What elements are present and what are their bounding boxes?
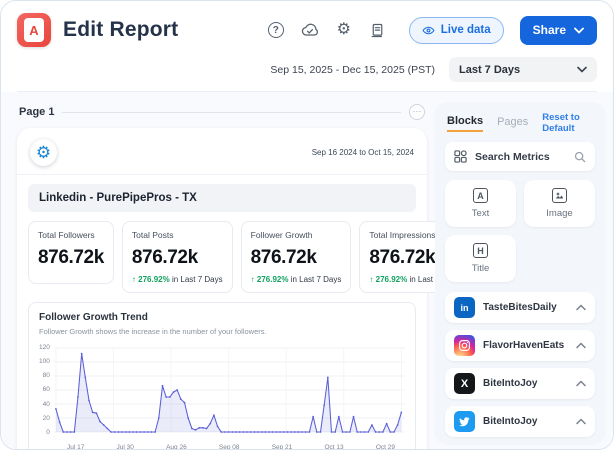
y-tick-label: 0 xyxy=(46,429,50,436)
follower-growth-chart-card[interactable]: Follower Growth Trend Follower Growth sh… xyxy=(28,302,416,450)
block-tile-label: Text xyxy=(472,208,489,219)
metric-change: ↑ 276.92% in Last 7 Days xyxy=(132,275,223,284)
x-tick-label: Jul 30 xyxy=(117,444,134,450)
follower-growth-line-chart xyxy=(54,344,405,436)
app-window: A Edit Report ? ⚙ xyxy=(0,0,614,450)
y-tick-label: 40 xyxy=(43,401,50,408)
share-label: Share xyxy=(533,23,566,37)
reset-to-default-link[interactable]: Reset to Default xyxy=(542,112,593,134)
period-selected-value: Last 7 Days xyxy=(459,64,520,76)
metric-change: ↑ 276.92% in Last 7 Days xyxy=(251,275,342,284)
notes-icon[interactable] xyxy=(369,21,387,39)
x-tick-label: Jul 17 xyxy=(67,444,84,450)
report-divider xyxy=(17,174,427,175)
x-tick-label: Sep 08 xyxy=(219,444,240,450)
chart-plot-area xyxy=(54,344,405,441)
account-row-instagram[interactable]: FlavorHavenEats xyxy=(445,330,595,361)
block-tile-label: Image xyxy=(546,208,572,219)
block-tile-image[interactable]: Image xyxy=(524,180,595,227)
metric-value: 876.72k xyxy=(251,247,342,269)
report-title[interactable]: Linkedin - PurePipePros - TX xyxy=(28,184,416,212)
block-tile-text[interactable]: A Text xyxy=(445,180,516,227)
image-block-icon xyxy=(552,188,567,203)
connected-accounts-list: in TasteBitesDaily FlavorHavenEats X Bit… xyxy=(445,292,595,437)
settings-icon[interactable]: ⚙ xyxy=(335,21,353,39)
category-grid-icon xyxy=(454,150,467,163)
blocks-sidebar: Blocks Pages Reset to Default Search Met… xyxy=(435,102,605,445)
chevron-down-icon xyxy=(577,66,587,73)
x-tick-label: Aug 26 xyxy=(166,444,187,450)
metric-card-total-followers[interactable]: Total Followers 876.72k xyxy=(28,221,114,284)
live-data-label: Live data xyxy=(441,24,491,36)
header: A Edit Report ? ⚙ xyxy=(1,1,613,92)
metric-value: 876.72k xyxy=(38,247,104,269)
metric-cards-row: Total Followers 876.72kTotal Posts 876.7… xyxy=(28,221,416,293)
y-tick-label: 60 xyxy=(43,386,50,393)
arrow-up-icon: ↑ xyxy=(369,275,373,284)
y-tick-label: 120 xyxy=(39,344,50,351)
chevron-up-icon[interactable] xyxy=(576,304,586,311)
block-tile-title[interactable]: H Title xyxy=(445,235,516,282)
y-tick-label: 80 xyxy=(43,372,50,379)
pdf-icon: A xyxy=(24,18,44,42)
arrow-up-icon: ↑ xyxy=(251,275,255,284)
account-row-x[interactable]: X BiteIntoJoy xyxy=(445,368,595,399)
metric-label: Total Followers xyxy=(38,230,104,240)
chart-y-axis: 120 100 80 60 40 20 0 xyxy=(39,344,54,436)
account-row-twitter[interactable]: BiteIntoJoy xyxy=(445,406,595,437)
twitter-bird-icon xyxy=(454,411,475,432)
chevron-down-icon xyxy=(574,27,584,34)
page-number-label: Page 1 xyxy=(19,106,54,118)
block-tile-label: Title xyxy=(472,263,490,274)
metric-label: Follower Growth xyxy=(251,230,342,240)
chevron-up-icon[interactable] xyxy=(576,418,586,425)
period-selector[interactable]: Last 7 Days xyxy=(449,57,597,82)
tab-blocks[interactable]: Blocks xyxy=(447,115,483,132)
account-name: TasteBitesDaily xyxy=(483,302,568,313)
help-icon[interactable]: ? xyxy=(267,21,285,39)
page-options-button[interactable]: ⋯ xyxy=(409,104,425,120)
chart-x-axis: Jul 17 Jul 30 Aug 26 Sep 08 Sep 21 Oct 13 Oct … xyxy=(39,441,405,450)
y-tick-label: 20 xyxy=(43,415,50,422)
editor-canvas: Page 1 ⋯ ⚙ Sep 16 2024 to Oct 15, 2024 L… xyxy=(1,92,613,450)
app-logo: A xyxy=(17,13,51,47)
account-row-linkedin[interactable]: in TasteBitesDaily xyxy=(445,292,595,323)
metric-value: 876.72k xyxy=(132,247,223,269)
chevron-up-icon[interactable] xyxy=(576,342,586,349)
block-tiles-grid: A Text Image H Title xyxy=(445,180,595,282)
chevron-up-icon[interactable] xyxy=(576,380,586,387)
chart-title: Follower Growth Trend xyxy=(39,312,405,323)
search-metrics-bar[interactable]: Search Metrics xyxy=(445,142,595,171)
x-tick-label: Oct 13 xyxy=(324,444,343,450)
y-tick-label: 100 xyxy=(39,358,50,365)
account-name: BiteIntoJoy xyxy=(483,416,568,427)
tab-pages[interactable]: Pages xyxy=(497,116,528,131)
metric-card-total-posts[interactable]: Total Posts 876.72k ↑ 276.92% in Last 7 D… xyxy=(122,221,233,293)
linkedin-icon: in xyxy=(454,297,475,318)
x-tick-label: Oct 29 xyxy=(376,444,395,450)
page-divider-line xyxy=(62,112,401,113)
arrow-up-icon: ↑ xyxy=(132,275,136,284)
page-title: Edit Report xyxy=(63,18,178,42)
share-button[interactable]: Share xyxy=(520,16,597,45)
search-icon xyxy=(574,151,586,163)
text-block-icon: A xyxy=(473,188,488,203)
account-name: FlavorHavenEats xyxy=(483,340,568,351)
metric-card-follower-growth[interactable]: Follower Growth 876.72k ↑ 276.92% in Last… xyxy=(241,221,352,293)
title-block-icon: H xyxy=(473,243,488,258)
x-tick-label: Sep 21 xyxy=(272,444,293,450)
report-period-text: Sep 16 2024 to Oct 15, 2024 xyxy=(312,148,414,157)
chart-subtitle: Follower Growth shows the increase in th… xyxy=(39,327,405,336)
cloud-sync-icon[interactable] xyxy=(301,21,319,39)
metric-label: Total Posts xyxy=(132,230,223,240)
eye-icon xyxy=(422,24,435,37)
brand-logo-icon: ⚙ xyxy=(30,139,57,166)
report-date-range: Sep 15, 2025 - Dec 15, 2025 (PST) xyxy=(270,64,435,76)
search-metrics-label: Search Metrics xyxy=(475,151,566,163)
report-page-card[interactable]: ⚙ Sep 16 2024 to Oct 15, 2024 Linkedin -… xyxy=(17,128,427,450)
live-data-button[interactable]: Live data xyxy=(409,17,504,44)
x-icon: X xyxy=(454,373,475,394)
account-name: BiteIntoJoy xyxy=(483,378,568,389)
instagram-icon xyxy=(454,335,475,356)
